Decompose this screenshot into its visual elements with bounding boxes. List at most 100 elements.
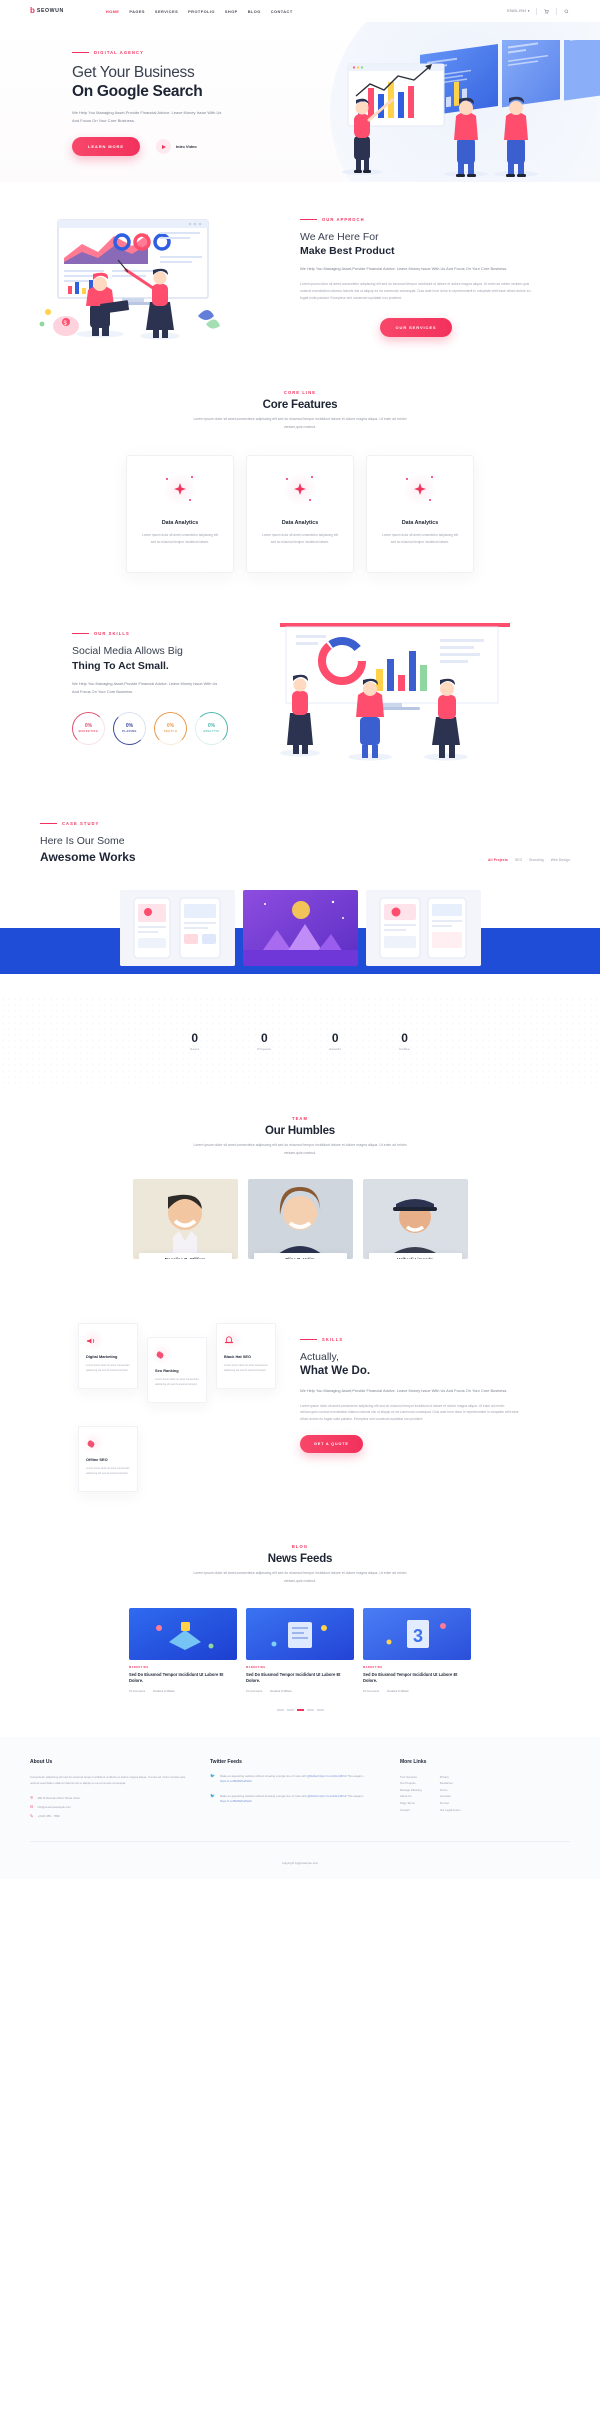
tweet-link-1[interactable]: @bkthat https://t.co/xkbUc9PnZ [307,1774,346,1778]
portfolio-item[interactable] [119,889,235,966]
blog-thumbnail [129,1607,237,1660]
skill-circle-analytic: 0% ANALYTIC [195,711,228,745]
blog-post-card[interactable]: MARKETING Sed Do Eiusmod Tempor Incididu… [246,1607,354,1693]
casestudy-header: CASE STUDY Here Is Our Some Awesome Work… [0,821,600,865]
casestudy-filters: All Projects SEO Branding Web Design [488,858,570,866]
hero-eyebrow: DIGITAL AGENCY [72,50,250,55]
main-navigation: HOME PAGES SERVICES PROTFOLIO SHOP BLOG … [106,9,293,14]
blog-meta: 15 Comments Rosalina D.William [363,1690,471,1693]
eyebrow-line [72,51,89,54]
footer-link[interactable]: Our Legal Action [440,1807,461,1814]
blog-category: MARKETING [246,1665,266,1669]
skills-paragraph: We Help You Managing Asset,Provide Finan… [72,681,218,694]
nav-item-contact[interactable]: CONTACT [271,9,293,14]
filter-all-projects[interactable]: All Projects [488,858,508,862]
service-cards: Digital Marketing Lorem ipsum dolor sit … [0,1323,300,1493]
team-member-card[interactable]: Helkaali Limonda MARKETER [362,1179,468,1260]
copyright-text: Copyright by@example.com [281,1860,319,1865]
footer-phone[interactable]: +(132) 456 - 7890 [30,1814,190,1818]
blog-eyebrow: BLOG [0,1544,600,1549]
service-card-seo-ranking[interactable]: Seo Ranking Lorem ipsum dolor sit amet c… [147,1337,207,1404]
team-member-card[interactable]: Rosalina D. William CEO [132,1179,238,1260]
casestudy-title-line1: Here Is Our Some [40,835,125,848]
portfolio-item[interactable] [365,889,481,966]
nav-item-shop[interactable]: SHOP [225,9,238,14]
footer-links-column-a: Tour Services Our Projects Manage Planni… [400,1774,422,1813]
portfolio-item[interactable] [242,889,358,966]
blog-category: MARKETING [129,1665,149,1669]
blog-post-card[interactable]: 3 MARKETING Sed Do Eiusmod Tempor Incidi… [363,1607,471,1693]
learn-more-button[interactable]: LEARN MORE [72,137,140,157]
cart-icon[interactable] [543,8,550,15]
team-subtitle: Lorem ipsum dolor sit amet,consectetur a… [193,1142,407,1155]
eyebrow-line [40,823,57,825]
nav-item-pages[interactable]: PAGES [129,9,145,14]
casestudy-eyebrow: CASE STUDY [40,821,136,826]
footer-email[interactable]: info@seowunexample.com [30,1805,190,1809]
skills-eyebrow-text: OUR SKILLS [94,631,130,637]
feature-text: Lorem ipsum dolor sit amet consectetur a… [262,533,338,545]
carousel-dot[interactable] [306,1709,314,1711]
blog-comments: 15 Comments [129,1690,146,1694]
approach-title-line1: We Are Here For [300,230,379,243]
service-card-digital-marketing[interactable]: Digital Marketing Lorem ipsum dolor sit … [78,1323,138,1390]
carousel-dot-active[interactable] [296,1709,304,1711]
filter-branding[interactable]: Branding [529,858,543,862]
casestudy-title: Here Is Our Some Awesome Works [40,834,136,865]
carousel-dot[interactable] [286,1709,294,1711]
approach-title: We Are Here For Make Best Product [300,230,532,258]
nav-item-services[interactable]: SERVICES [155,9,178,14]
tweet-text: Make an appetizing website without knowi… [219,1773,307,1778]
site-header: b SEOWUN HOME PAGES SERVICES PROTFOLIO S… [0,0,600,22]
site-logo[interactable]: b SEOWUN [30,7,64,15]
tweet-link-1[interactable]: @bkthat https://t.co/xkbUc9PnZ [307,1794,346,1798]
footer-link[interactable]: Contact [400,1807,422,1814]
blog-thumbnail: 3 [363,1607,471,1660]
tweet-link-2[interactable]: https://t.co/BMkN8uZGkD [220,1799,252,1803]
header-divider [536,7,537,15]
twitter-bird-icon: 🐦 [210,1792,215,1798]
team-member-card[interactable]: Elina D. Halim CEO [247,1179,353,1260]
search-icon[interactable] [563,8,570,15]
footer-about-heading: About Us [30,1758,53,1765]
counter-number: 0 [401,1030,408,1045]
approach-eyebrow: OUR APPROCH [300,217,532,222]
hero-section: DIGITAL AGENCY Get Your Business On Goog… [0,22,600,182]
features-title: Core Features [262,399,338,411]
nav-item-protfolio[interactable]: PROTFOLIO [188,9,215,14]
service-card-black-hat-seo[interactable]: Black Hat SEO Lorem ipsum dolor sit amet… [216,1323,276,1390]
feature-card[interactable]: Data Analytics Lorem ipsum dolor sit ame… [246,455,354,574]
feature-card[interactable]: Data Analytics Lorem ipsum dolor sit ame… [126,455,234,574]
intro-video-link[interactable]: Intro Video [155,139,197,155]
blog-post-card[interactable]: MARKETING Sed Do Eiusmod Tempor Incididu… [129,1607,237,1694]
feature-card[interactable]: Data Analytics Lorem ipsum dolor sit ame… [366,455,474,574]
service-title: Seo Ranking [155,1368,179,1374]
skill-circle-sketch: 0% SKETCH [154,711,187,745]
nav-item-home[interactable]: HOME [106,9,119,14]
counter-coffee: 0 Coffee [399,1031,410,1051]
blog-author: Rosalina D.William [153,1690,175,1694]
blog-post-title: Sed Do Eiusmod Tempor Incididunt Ut Labo… [129,1671,224,1683]
whatwedo-title-line1: Actually, [300,1351,339,1364]
get-a-quote-button[interactable]: GET A QUOTE [300,1435,363,1454]
features-subtitle: Lorem ipsum dolor sit amet,consectetur a… [193,417,407,429]
our-services-button[interactable]: OUR SERVICES [379,318,453,338]
features-section: CORE LINE Core Features Lorem ipsum dolo… [0,370,600,607]
counter-number: 0 [260,1030,268,1045]
filter-web-design[interactable]: Web Design [551,858,570,862]
gear-icon [151,1343,173,1366]
carousel-dot[interactable] [276,1709,284,1711]
tweet-link-2[interactable]: https://t.co/BMkN8uZGkD [220,1779,252,1783]
filter-seo[interactable]: SEO [515,858,522,862]
skills-content: OUR SKILLS Social Media Allows Big Thing… [0,617,250,745]
language-selector[interactable]: ENGLISH ▾ [507,9,530,13]
blog-title: News Feeds [267,1553,333,1566]
blog-section: BLOG News Feeds Lorem ipsum dolor sit am… [0,1522,600,1736]
service-title: Digital Marketing [86,1354,118,1360]
play-icon [155,139,171,155]
carousel-dot[interactable] [316,1709,324,1711]
counter-number: 0 [331,1030,339,1045]
tweet-tail: This elegant... [347,1773,365,1778]
service-card-offline-seo[interactable]: Offline SEO Lorem ipsum dolor sit amet c… [78,1426,138,1493]
nav-item-blog[interactable]: BLOG [248,9,261,14]
